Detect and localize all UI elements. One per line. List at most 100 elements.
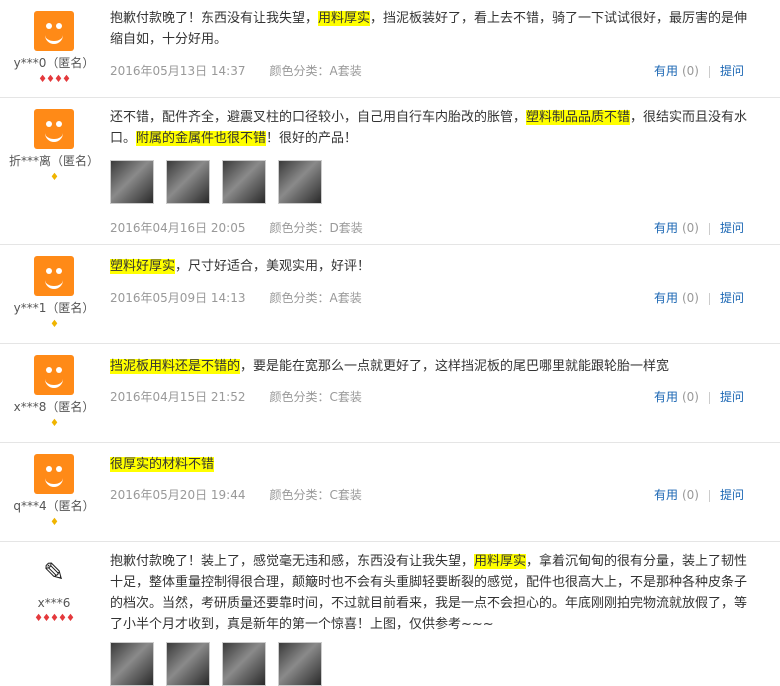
divider <box>708 391 710 404</box>
review-photo-thumbnail[interactable] <box>166 642 210 686</box>
avatar[interactable] <box>34 256 74 296</box>
review-item: y***0（匿名） ♦♦♦♦ 抱歉付款晚了！东西没有让我失望，用料厚实，挡泥板装… <box>0 0 780 98</box>
review-text-segment: 抱歉付款晚了！东西没有让我失望， <box>110 11 319 26</box>
review-photo-thumbnail[interactable] <box>222 642 266 686</box>
review-text-highlight: 塑料好厚实 <box>110 259 176 274</box>
review-item: x***8（匿名） ♦ 挡泥板用料还是不错的，要是能在宽那么一点就更好了，这样挡… <box>0 344 780 443</box>
review-actions: 有用 (0) 提问 <box>654 388 744 405</box>
useful-button[interactable]: 有用 <box>654 221 678 235</box>
review-actions: 有用 (0) 提问 <box>654 486 744 503</box>
useful-button[interactable]: 有用 <box>654 390 678 404</box>
review-actions: 有用 (0) 提问 <box>654 219 744 236</box>
review-user: y***1（匿名） ♦ <box>0 245 108 332</box>
review-user: ✎ x***6 ♦♦♦♦♦ <box>0 542 108 626</box>
avatar[interactable]: ✎ <box>34 553 74 593</box>
review-text-segment: 抱歉付款晚了！装上了，感觉毫无违和感，东西没有让我失望， <box>110 554 475 569</box>
review-text-segment: ，尺寸好适合，美观实用，好评！ <box>175 259 371 274</box>
useful-button[interactable]: 有用 <box>654 64 678 78</box>
avatar[interactable] <box>34 11 74 51</box>
review-user: x***8（匿名） ♦ <box>0 344 108 431</box>
review-photo-thumbnail[interactable] <box>278 642 322 686</box>
review-actions: 有用 (0) 提问 <box>654 289 744 306</box>
review-color-option: 颜色分类：C套装 <box>269 390 362 404</box>
review-item: q***4（匿名） ♦ 很厚实的材料不错 2016年05月20日 19:44 颜色… <box>0 443 780 542</box>
username: x***6 <box>37 596 71 610</box>
username: y***1（匿名） <box>13 301 95 315</box>
useful-count: (0) <box>681 64 699 78</box>
review-color-option: 颜色分类：C套装 <box>269 488 362 502</box>
review-color-option: 颜色分类：A套装 <box>269 64 362 78</box>
review-meta: 2016年04月16日 20:05 颜色分类：D套装 <box>110 219 363 236</box>
review-actions: 有用 (0) 提问 <box>654 62 744 79</box>
review-meta: 2016年05月09日 14:13 颜色分类：A套装 <box>110 289 362 306</box>
ask-button[interactable]: 提问 <box>720 390 744 404</box>
review-date: 2016年05月13日 14:37 <box>110 64 246 78</box>
review-photos <box>110 160 334 204</box>
review-meta: 2016年05月20日 19:44 颜色分类：C套装 <box>110 486 362 503</box>
divider <box>708 292 710 305</box>
review-photos <box>110 642 334 686</box>
rank-diamond-icon: ♦ <box>50 418 59 429</box>
review-photo-thumbnail[interactable] <box>278 160 322 204</box>
ask-button[interactable]: 提问 <box>720 291 744 305</box>
useful-count: (0) <box>681 488 699 502</box>
avatar[interactable] <box>34 355 74 395</box>
review-color-option: 颜色分类：D套装 <box>269 221 363 235</box>
useful-count: (0) <box>681 221 699 235</box>
review-date: 2016年04月15日 21:52 <box>110 390 246 404</box>
review-text: 很厚实的材料不错 <box>110 454 758 475</box>
useful-count: (0) <box>681 291 699 305</box>
review-text-segment: ，要是能在宽那么一点就更好了，这样挡泥板的尾巴哪里就能跟轮胎一样宽 <box>240 359 670 374</box>
review-text-highlight: 很厚实的材料不错 <box>110 457 215 472</box>
rank-diamond-icon: ♦ <box>50 517 59 528</box>
review-color-option: 颜色分类：A套装 <box>269 291 362 305</box>
review-photo-thumbnail[interactable] <box>110 642 154 686</box>
review-photo-thumbnail[interactable] <box>166 160 210 204</box>
review-text-highlight: 用料厚实 <box>474 554 527 569</box>
avatar-calligraphy-icon: ✎ <box>43 558 65 588</box>
username: x***8（匿名） <box>13 400 95 414</box>
review-text: 挡泥板用料还是不错的，要是能在宽那么一点就更好了，这样挡泥板的尾巴哪里就能跟轮胎… <box>110 356 758 377</box>
review-text-segment: 还不错，配件齐全，避震叉柱的口径较小，自己用自行车内胎改的胀管， <box>110 110 527 125</box>
review-photo-thumbnail[interactable] <box>110 160 154 204</box>
review-text-highlight: 用料厚实 <box>318 11 371 26</box>
avatar[interactable] <box>34 109 74 149</box>
divider <box>708 65 710 78</box>
review-photo-thumbnail[interactable] <box>222 160 266 204</box>
review-date: 2016年04月16日 20:05 <box>110 221 246 235</box>
review-item: 折***离（匿名） ♦ 还不错，配件齐全，避震叉柱的口径较小，自己用自行车内胎改… <box>0 98 780 245</box>
review-date: 2016年05月09日 14:13 <box>110 291 246 305</box>
review-text-highlight: 塑料制品品质不错 <box>526 110 631 125</box>
ask-button[interactable]: 提问 <box>720 488 744 502</box>
review-item: ✎ x***6 ♦♦♦♦♦ 抱歉付款晚了！装上了，感觉毫无违和感，东西没有让我失… <box>0 542 780 686</box>
username: y***0（匿名） <box>13 56 95 70</box>
ask-button[interactable]: 提问 <box>720 221 744 235</box>
ask-button[interactable]: 提问 <box>720 64 744 78</box>
review-meta: 2016年04月15日 21:52 颜色分类：C套装 <box>110 388 362 405</box>
review-text-segment: ！很好的产品！ <box>266 131 358 146</box>
username: 折***离（匿名） <box>8 154 99 168</box>
review-text-highlight: 附属的金属件也很不错 <box>136 131 267 146</box>
divider <box>708 489 710 502</box>
review-text: 抱歉付款晚了！装上了，感觉毫无违和感，东西没有让我失望，用料厚实，拿着沉甸甸的很… <box>110 551 758 635</box>
useful-button[interactable]: 有用 <box>654 488 678 502</box>
divider <box>708 222 710 235</box>
review-text: 还不错，配件齐全，避震叉柱的口径较小，自己用自行车内胎改的胀管，塑料制品品质不错… <box>110 107 758 149</box>
rank-diamond-icon: ♦♦♦♦ <box>38 74 71 85</box>
useful-button[interactable]: 有用 <box>654 291 678 305</box>
rank-diamond-icon: ♦ <box>50 319 59 330</box>
rank-diamond-icon: ♦ <box>50 172 59 183</box>
useful-count: (0) <box>681 390 699 404</box>
review-user: y***0（匿名） ♦♦♦♦ <box>0 0 108 87</box>
review-user: 折***离（匿名） ♦ <box>0 98 108 185</box>
rank-diamond-icon: ♦♦♦♦♦ <box>34 613 75 624</box>
review-meta: 2016年05月13日 14:37 颜色分类：A套装 <box>110 62 362 79</box>
avatar[interactable] <box>34 454 74 494</box>
review-text-highlight: 挡泥板用料还是不错的 <box>110 359 241 374</box>
review-item: y***1（匿名） ♦ 塑料好厚实，尺寸好适合，美观实用，好评！ 2016年05… <box>0 245 780 344</box>
review-text: 抱歉付款晚了！东西没有让我失望，用料厚实，挡泥板装好了，看上去不错，骑了一下试试… <box>110 8 758 50</box>
review-user: q***4（匿名） ♦ <box>0 443 108 530</box>
review-date: 2016年05月20日 19:44 <box>110 488 246 502</box>
username: q***4（匿名） <box>13 499 95 513</box>
review-text: 塑料好厚实，尺寸好适合，美观实用，好评！ <box>110 256 758 277</box>
